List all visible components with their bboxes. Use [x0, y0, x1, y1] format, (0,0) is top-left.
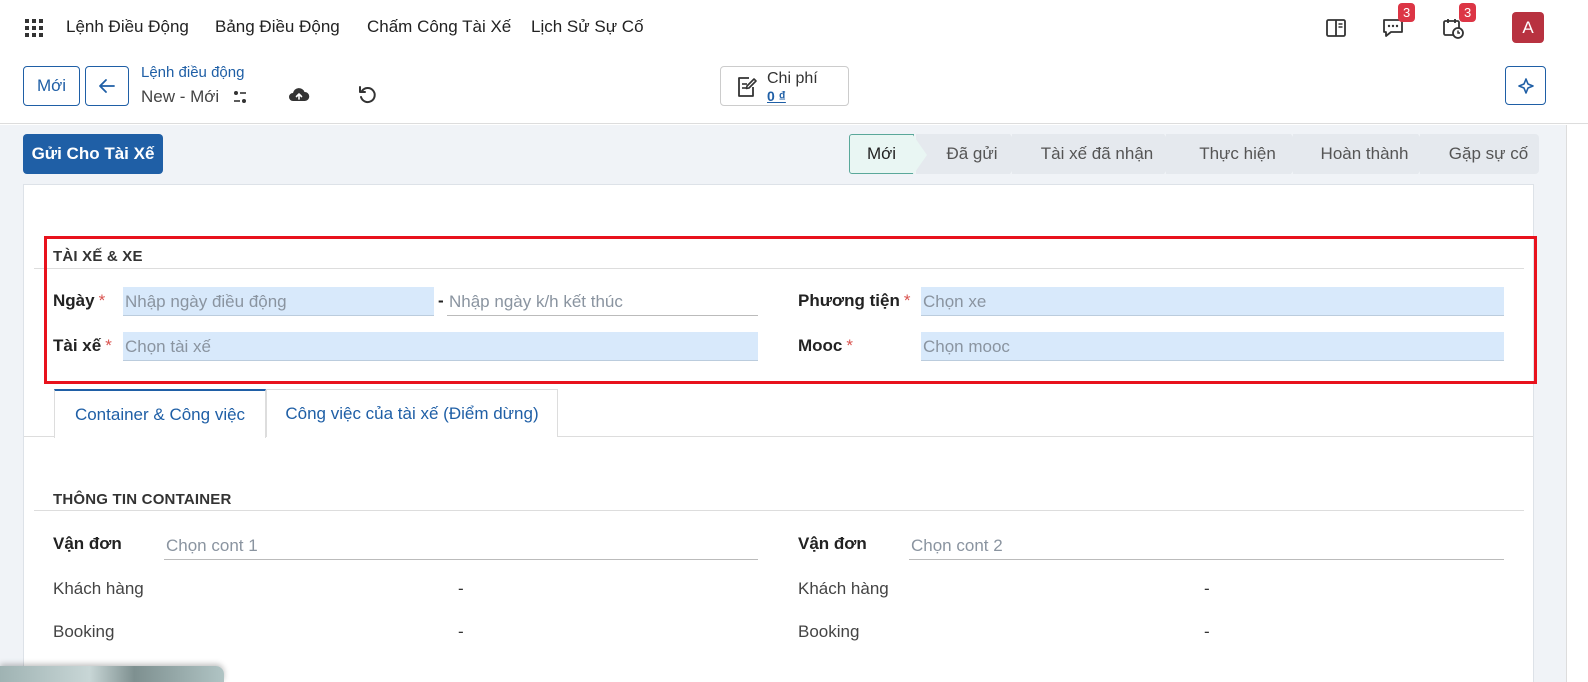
record-actions-icon[interactable]: [232, 89, 248, 105]
tab-driver-stops[interactable]: Công việc của tài xế (Điểm dừng): [266, 389, 558, 437]
customer-value-1: -: [458, 579, 464, 598]
status-bar: Mới Đã gửi Tài xế đã nhận Thực hiện Hoàn…: [849, 134, 1541, 175]
cost-stat-label: Chi phí: [767, 70, 818, 87]
floating-thumbnail: [0, 666, 224, 682]
container-2-input[interactable]: Chọn cont 2: [909, 531, 1504, 560]
arrow-left-icon: [99, 79, 115, 93]
send-to-driver-button[interactable]: Gửi Cho Tài Xế: [23, 134, 163, 174]
nav-item-incident-history[interactable]: Lịch Sử Sự Cố: [531, 17, 644, 37]
booking-label-1: Booking: [53, 622, 115, 641]
status-stage-done[interactable]: Hoàn thành: [1293, 134, 1432, 174]
nav-item-dispatch-order[interactable]: Lệnh Điều Động: [66, 17, 189, 37]
user-avatar[interactable]: A: [1512, 12, 1544, 43]
control-panel: Mới Lệnh điều động New - Mới Chi phí 0 ₫: [0, 56, 1588, 124]
panel-toggle-icon[interactable]: [1324, 16, 1348, 40]
messages-badge: 3: [1398, 3, 1416, 22]
back-button[interactable]: [85, 66, 129, 106]
apps-menu-icon[interactable]: [25, 19, 43, 37]
tab-container-work[interactable]: Container & Công việc: [54, 389, 266, 438]
status-stage-driver-accepted[interactable]: Tài xế đã nhận: [1012, 134, 1178, 174]
cost-stat-value: 0 ₫: [767, 88, 786, 104]
save-cloud-icon[interactable]: [288, 86, 310, 104]
edit-document-icon: [738, 77, 757, 97]
bill-of-lading-label-1: Vận đơn: [53, 534, 122, 553]
pin-sparkle-icon: [1517, 77, 1534, 94]
section-separator: [34, 510, 1524, 511]
bill-of-lading-label-2: Vận đơn: [798, 534, 867, 553]
status-stage-new[interactable]: Mới: [849, 134, 927, 175]
customer-value-2: -: [1204, 579, 1210, 598]
customer-label-1: Khách hàng: [53, 579, 144, 598]
status-stage-incident[interactable]: Gặp sự cố: [1420, 134, 1539, 174]
booking-value-1: -: [458, 622, 464, 641]
container-section-title: THÔNG TIN CONTAINER: [53, 491, 232, 508]
activities-badge: 3: [1459, 3, 1477, 22]
status-stage-in-progress[interactable]: Thực hiện: [1166, 134, 1305, 174]
booking-label-2: Booking: [798, 622, 860, 641]
nav-item-driver-timesheet[interactable]: Chấm Công Tài Xế: [367, 17, 511, 37]
breadcrumb-parent[interactable]: Lệnh điều động: [141, 64, 244, 81]
customer-label-2: Khách hàng: [798, 579, 889, 598]
new-button[interactable]: Mới: [23, 66, 80, 106]
top-navbar: Lệnh Điều Động Bảng Điều Động Chấm Công …: [0, 0, 1588, 56]
assistant-button[interactable]: [1505, 66, 1546, 105]
container-1-input[interactable]: Chọn cont 1: [164, 531, 758, 560]
highlight-annotation-box: [44, 236, 1537, 384]
nav-item-dispatch-board[interactable]: Bảng Điều Động: [215, 17, 340, 37]
status-stage-sent[interactable]: Đã gửi: [916, 134, 1024, 174]
breadcrumb-current: New - Mới: [141, 87, 220, 106]
discard-undo-icon[interactable]: [357, 85, 377, 105]
cost-stat-button[interactable]: Chi phí 0 ₫: [720, 66, 849, 106]
booking-value-2: -: [1204, 622, 1210, 641]
scrollbar-track[interactable]: [1566, 125, 1588, 682]
notebook-tabs: Container & Công việc Công việc của tài …: [24, 389, 1533, 438]
